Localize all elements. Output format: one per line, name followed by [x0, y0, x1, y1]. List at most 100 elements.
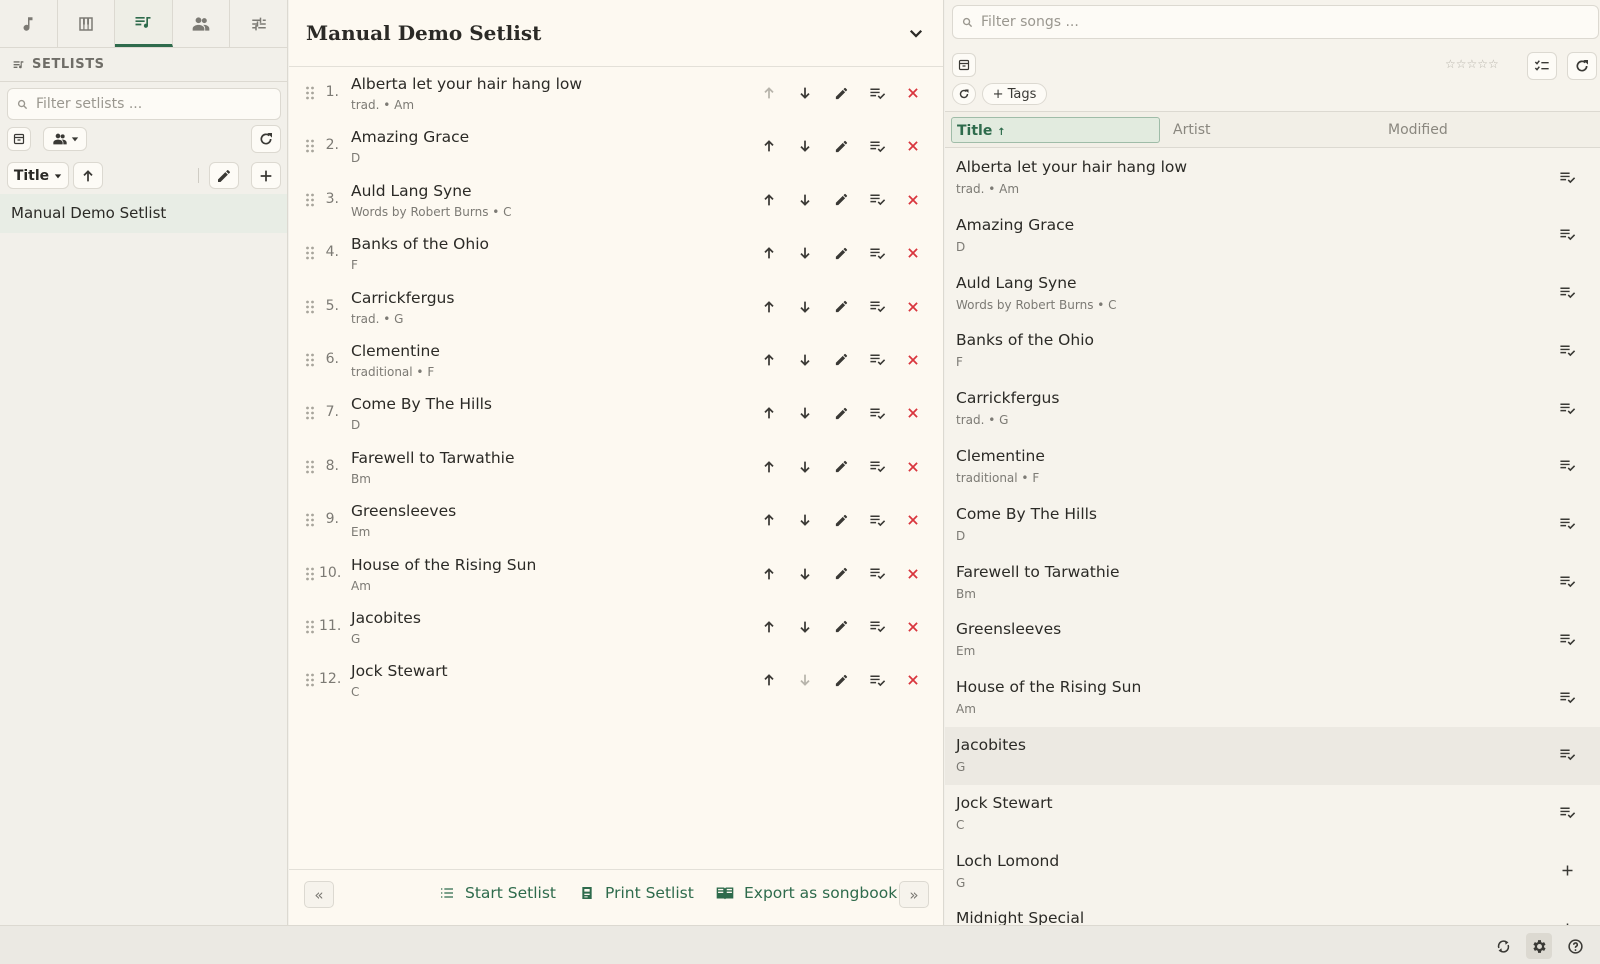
song-list-item[interactable]: Banks of the Ohio F: [945, 322, 1600, 380]
move-down-button[interactable]: [795, 83, 815, 103]
song-list-item[interactable]: Alberta let your hair hang low trad. • Am: [945, 149, 1600, 207]
song-list-item[interactable]: Farewell to Tarwathie Bm: [945, 554, 1600, 612]
edit-song-button[interactable]: [831, 136, 851, 156]
move-down-button[interactable]: [795, 243, 815, 263]
move-up-button[interactable]: [759, 136, 779, 156]
edit-song-button[interactable]: [831, 83, 851, 103]
add-setlist-button[interactable]: [251, 162, 281, 189]
in-setlist-icon[interactable]: [1557, 167, 1577, 187]
drag-handle-icon[interactable]: [305, 139, 315, 153]
drag-handle-icon[interactable]: [305, 406, 315, 420]
move-down-button[interactable]: [795, 510, 815, 530]
setlist-row[interactable]: 4. Banks of the Ohio F: [289, 227, 943, 280]
print-setlist-button[interactable]: Print Setlist: [579, 884, 694, 902]
setlist-row[interactable]: 7. Come By The Hills D: [289, 387, 943, 440]
add-to-setlist-icon[interactable]: [1557, 861, 1577, 881]
setlist-row[interactable]: 8. Farewell to Tarwathie Bm: [289, 441, 943, 494]
playlist-check-button[interactable]: [867, 136, 887, 156]
edit-song-button[interactable]: [831, 564, 851, 584]
song-list-item[interactable]: Clementine traditional • F: [945, 438, 1600, 496]
edit-song-button[interactable]: [831, 243, 851, 263]
song-list-item[interactable]: Amazing Grace D: [945, 207, 1600, 265]
move-up-button[interactable]: [759, 190, 779, 210]
song-title[interactable]: Auld Lang Syne: [956, 274, 1077, 292]
select-mode-button[interactable]: [1527, 52, 1557, 80]
edit-song-button[interactable]: [831, 617, 851, 637]
chevron-down-icon[interactable]: [907, 24, 925, 42]
edit-song-button[interactable]: [831, 457, 851, 477]
rating-filter-stars[interactable]: ☆☆☆☆☆: [1445, 57, 1499, 71]
move-up-button[interactable]: [759, 297, 779, 317]
in-setlist-icon[interactable]: [1557, 225, 1577, 245]
song-title[interactable]: Carrickfergus: [956, 389, 1059, 407]
refresh-setlists-button[interactable]: [251, 125, 281, 153]
song-title[interactable]: Greensleeves: [956, 620, 1061, 638]
song-list-item[interactable]: Come By The Hills D: [945, 496, 1600, 554]
move-down-button[interactable]: [795, 350, 815, 370]
setlist-row[interactable]: 1. Alberta let your hair hang low trad. • …: [289, 67, 943, 120]
move-up-button[interactable]: [759, 350, 779, 370]
remove-from-setlist-button[interactable]: [903, 190, 923, 210]
move-down-button[interactable]: [795, 190, 815, 210]
playlist-check-button[interactable]: [867, 564, 887, 584]
column-header-title[interactable]: Title ↑: [951, 117, 1160, 143]
song-list-item[interactable]: Jock Stewart C: [945, 785, 1600, 843]
song-list-item[interactable]: Midnight Special: [945, 900, 1600, 925]
tab-groups[interactable]: [173, 0, 231, 47]
song-title[interactable]: Alberta let your hair hang low: [956, 158, 1187, 176]
edit-song-button[interactable]: [831, 350, 851, 370]
song-title[interactable]: Jacobites: [956, 736, 1026, 754]
remove-from-setlist-button[interactable]: [903, 617, 923, 637]
in-setlist-icon[interactable]: [1557, 687, 1577, 707]
in-setlist-icon[interactable]: [1557, 283, 1577, 303]
song-title[interactable]: Banks of the Ohio: [956, 331, 1094, 349]
remove-from-setlist-button[interactable]: [903, 510, 923, 530]
help-button[interactable]: [1562, 933, 1588, 959]
playlist-check-button[interactable]: [867, 510, 887, 530]
sync-button[interactable]: [1490, 933, 1516, 959]
song-title[interactable]: House of the Rising Sun: [956, 678, 1141, 696]
setlist-row[interactable]: 3. Auld Lang Syne Words by Robert Burns • …: [289, 174, 943, 227]
move-up-button[interactable]: [759, 510, 779, 530]
playlist-check-button[interactable]: [867, 617, 887, 637]
song-title[interactable]: Jock Stewart: [351, 662, 448, 680]
archive-button[interactable]: [7, 127, 31, 151]
move-down-button[interactable]: [795, 136, 815, 156]
song-title[interactable]: Jock Stewart: [956, 794, 1053, 812]
sort-direction-button[interactable]: [73, 162, 103, 189]
column-header-modified[interactable]: Modified: [1388, 117, 1448, 143]
drag-handle-icon[interactable]: [305, 620, 315, 634]
remove-from-setlist-button[interactable]: [903, 83, 923, 103]
setlist-row[interactable]: 10. House of the Rising Sun Am: [289, 548, 943, 601]
song-title[interactable]: Auld Lang Syne: [351, 182, 472, 200]
add-to-setlist-icon[interactable]: [1557, 918, 1577, 925]
archive-button[interactable]: [952, 53, 976, 77]
playlist-check-button[interactable]: [867, 457, 887, 477]
tab-setlists[interactable]: [115, 0, 173, 47]
export-songbook-button[interactable]: Export as songbook: [716, 884, 897, 902]
tab-settings[interactable]: [230, 0, 287, 47]
song-title[interactable]: Midnight Special: [956, 909, 1084, 925]
setlist-item-selected[interactable]: Manual Demo Setlist: [0, 194, 287, 233]
move-down-button[interactable]: [795, 403, 815, 423]
song-list-item[interactable]: Carrickfergus trad. • G: [945, 380, 1600, 438]
song-title[interactable]: Greensleeves: [351, 502, 456, 520]
move-up-button[interactable]: [759, 457, 779, 477]
in-setlist-icon[interactable]: [1557, 456, 1577, 476]
reset-tags-button[interactable]: [952, 83, 976, 105]
move-up-button[interactable]: [759, 403, 779, 423]
move-down-button[interactable]: [795, 457, 815, 477]
song-list-item[interactable]: Jacobites G: [945, 726, 1600, 785]
move-down-button[interactable]: [795, 297, 815, 317]
in-setlist-icon[interactable]: [1557, 745, 1577, 765]
in-setlist-icon[interactable]: [1557, 340, 1577, 360]
drag-handle-icon[interactable]: [305, 460, 315, 474]
settings-button[interactable]: [1526, 933, 1552, 959]
song-list-item[interactable]: Greensleeves Em: [945, 611, 1600, 669]
song-title[interactable]: Clementine: [351, 342, 440, 360]
edit-setlist-button[interactable]: [209, 162, 239, 189]
drag-handle-icon[interactable]: [305, 300, 315, 314]
in-setlist-icon[interactable]: [1557, 572, 1577, 592]
move-down-button[interactable]: [795, 564, 815, 584]
column-header-artist[interactable]: Artist: [1173, 117, 1211, 143]
